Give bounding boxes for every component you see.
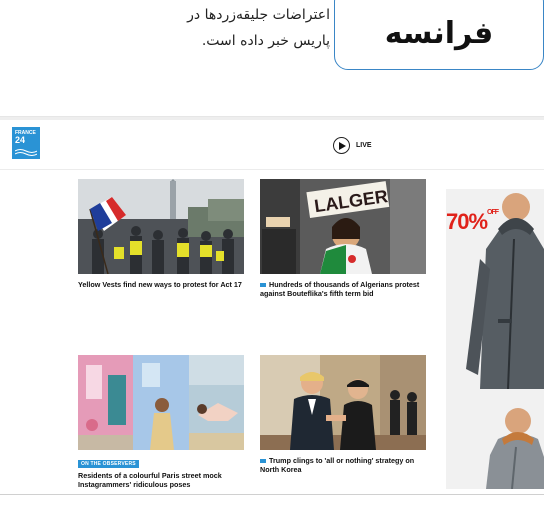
- live-label: LIVE: [356, 142, 372, 149]
- article-title-2[interactable]: Hundreds of thousands of Algerians prote…: [260, 280, 426, 298]
- article-image-4[interactable]: [260, 355, 426, 450]
- play-icon: [333, 137, 350, 154]
- logo-line2: 24: [15, 135, 26, 145]
- article-title-2-text: Hundreds of thousands of Algerians prote…: [260, 280, 420, 298]
- website-screenshot: FRANCE 24 LIVE Yellow Vests find new way…: [0, 116, 544, 495]
- category-kicker[interactable]: ON THE OBSERVERS: [78, 460, 139, 468]
- article-title-4[interactable]: Trump clings to 'all or nothing' strateg…: [260, 456, 426, 474]
- blue-bullet-icon: [260, 459, 266, 464]
- caption-box: فرانسه: [334, 0, 544, 70]
- advertisement-panel[interactable]: 70%OFF: [446, 189, 544, 489]
- browser-top-edge: [0, 117, 544, 120]
- caption-title: فرانسه: [384, 15, 494, 51]
- article-title-3[interactable]: Residents of a colourful Paris street mo…: [78, 471, 244, 489]
- ad-product-image: [466, 193, 544, 489]
- article-image-2[interactable]: LALGER: [260, 179, 426, 274]
- article-card-1[interactable]: Yellow Vests find new ways to protest fo…: [78, 179, 244, 289]
- france24-logo[interactable]: FRANCE 24: [12, 127, 40, 159]
- header-divider: [0, 169, 544, 170]
- article-title-4-text: Trump clings to 'all or nothing' strateg…: [260, 456, 415, 474]
- article-image-1[interactable]: [78, 179, 244, 274]
- article-title-1[interactable]: Yellow Vests find new ways to protest fo…: [78, 280, 244, 289]
- article-card-3[interactable]: ON THE OBSERVERS Residents of a colourfu…: [78, 355, 244, 489]
- article-card-4[interactable]: Trump clings to 'all or nothing' strateg…: [260, 355, 426, 474]
- live-button[interactable]: LIVE: [333, 137, 372, 154]
- blue-bullet-icon: [260, 283, 266, 288]
- article-card-2[interactable]: LALGER Hundreds of thousands of Algerian…: [260, 179, 426, 298]
- article-image-3[interactable]: [78, 355, 244, 450]
- caption-text: اعتراضات جلیقه‌زردها در پاریس خبر داده ا…: [187, 7, 330, 49]
- logo-waves-icon: [15, 149, 37, 156]
